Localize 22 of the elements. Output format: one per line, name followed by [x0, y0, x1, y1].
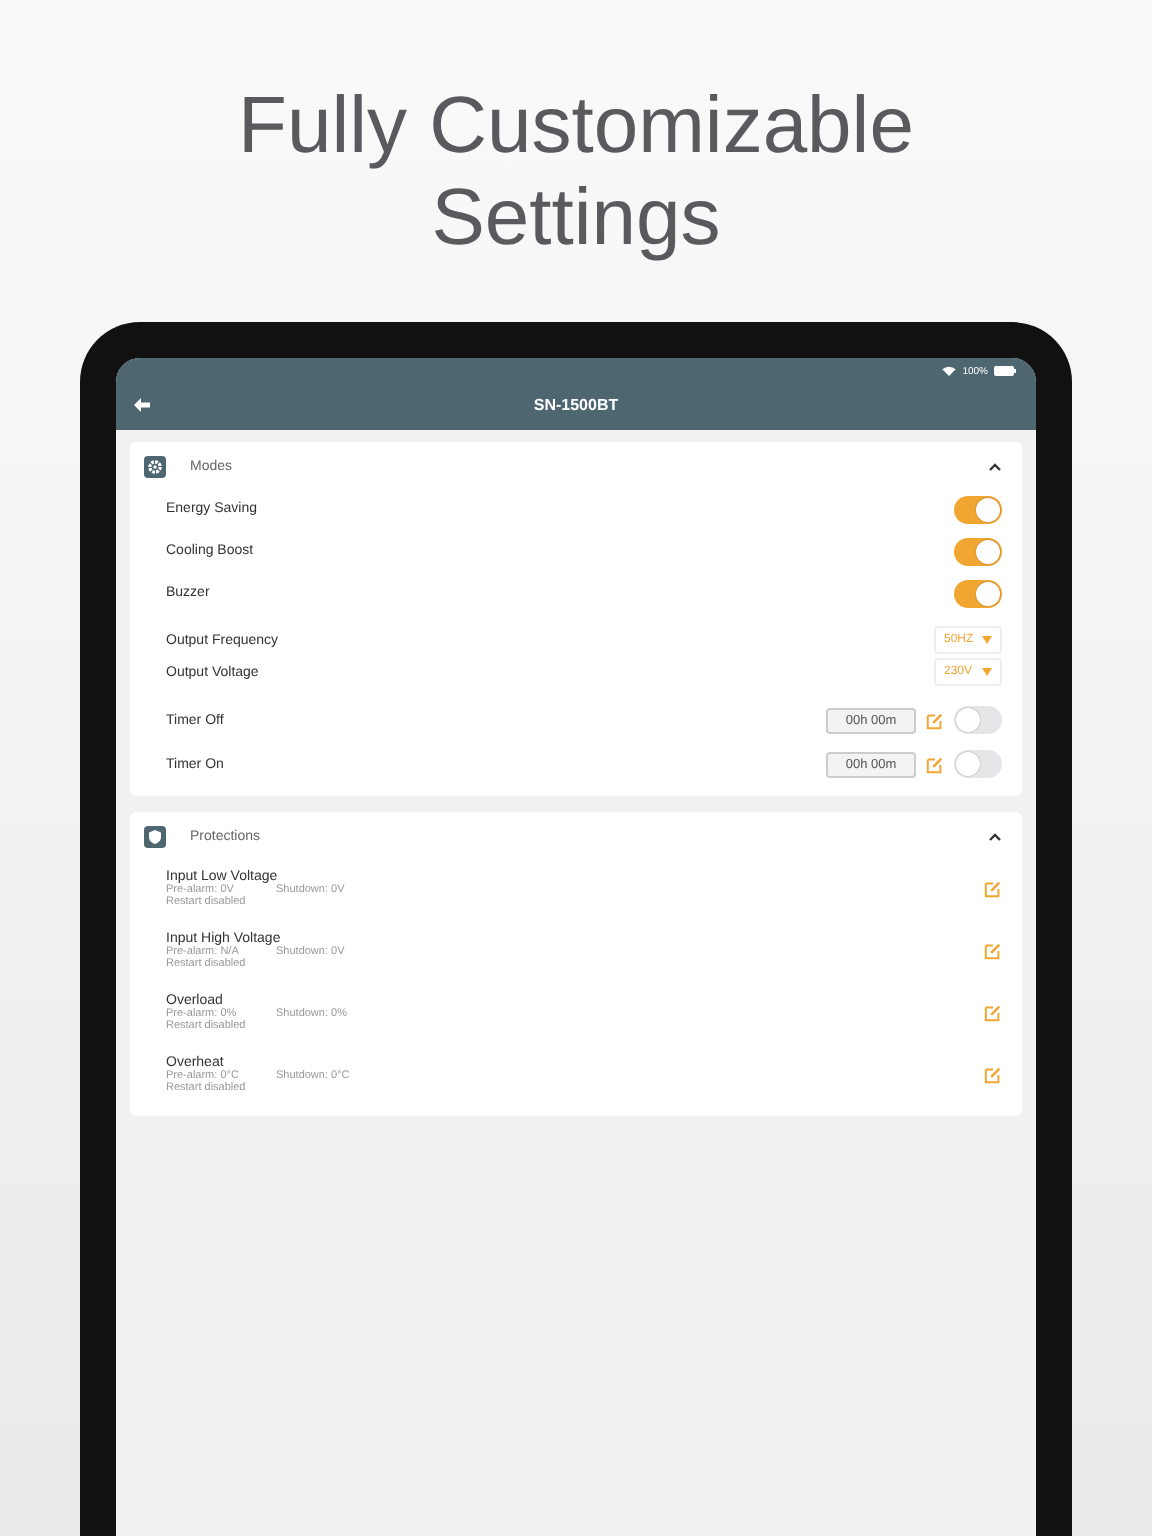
chevron-up-icon[interactable] [988, 831, 1002, 841]
wifi-icon [942, 366, 957, 376]
toggle-switch[interactable] [954, 537, 1002, 565]
chevron-up-icon[interactable] [988, 461, 1002, 471]
caret-icon [982, 668, 992, 676]
toggle-switch[interactable] [954, 495, 1002, 523]
edit-icon[interactable] [926, 755, 944, 773]
edit-icon[interactable] [984, 880, 1002, 898]
back-arrow-icon[interactable] [134, 398, 150, 412]
edit-icon[interactable] [926, 711, 944, 729]
edit-icon[interactable] [984, 942, 1002, 960]
toggle-switch[interactable] [954, 706, 1002, 734]
gear-icon [144, 455, 166, 477]
headline: Fully Customizable Settings [236, 80, 916, 264]
toggle-switch[interactable] [954, 750, 1002, 778]
edit-icon[interactable] [984, 1066, 1002, 1084]
battery-icon [994, 366, 1016, 376]
caret-icon [982, 636, 992, 644]
toggle-switch[interactable] [954, 579, 1002, 607]
device-title: SN-1500BT [533, 396, 619, 414]
shield-icon [144, 825, 166, 847]
edit-icon[interactable] [984, 1004, 1002, 1022]
